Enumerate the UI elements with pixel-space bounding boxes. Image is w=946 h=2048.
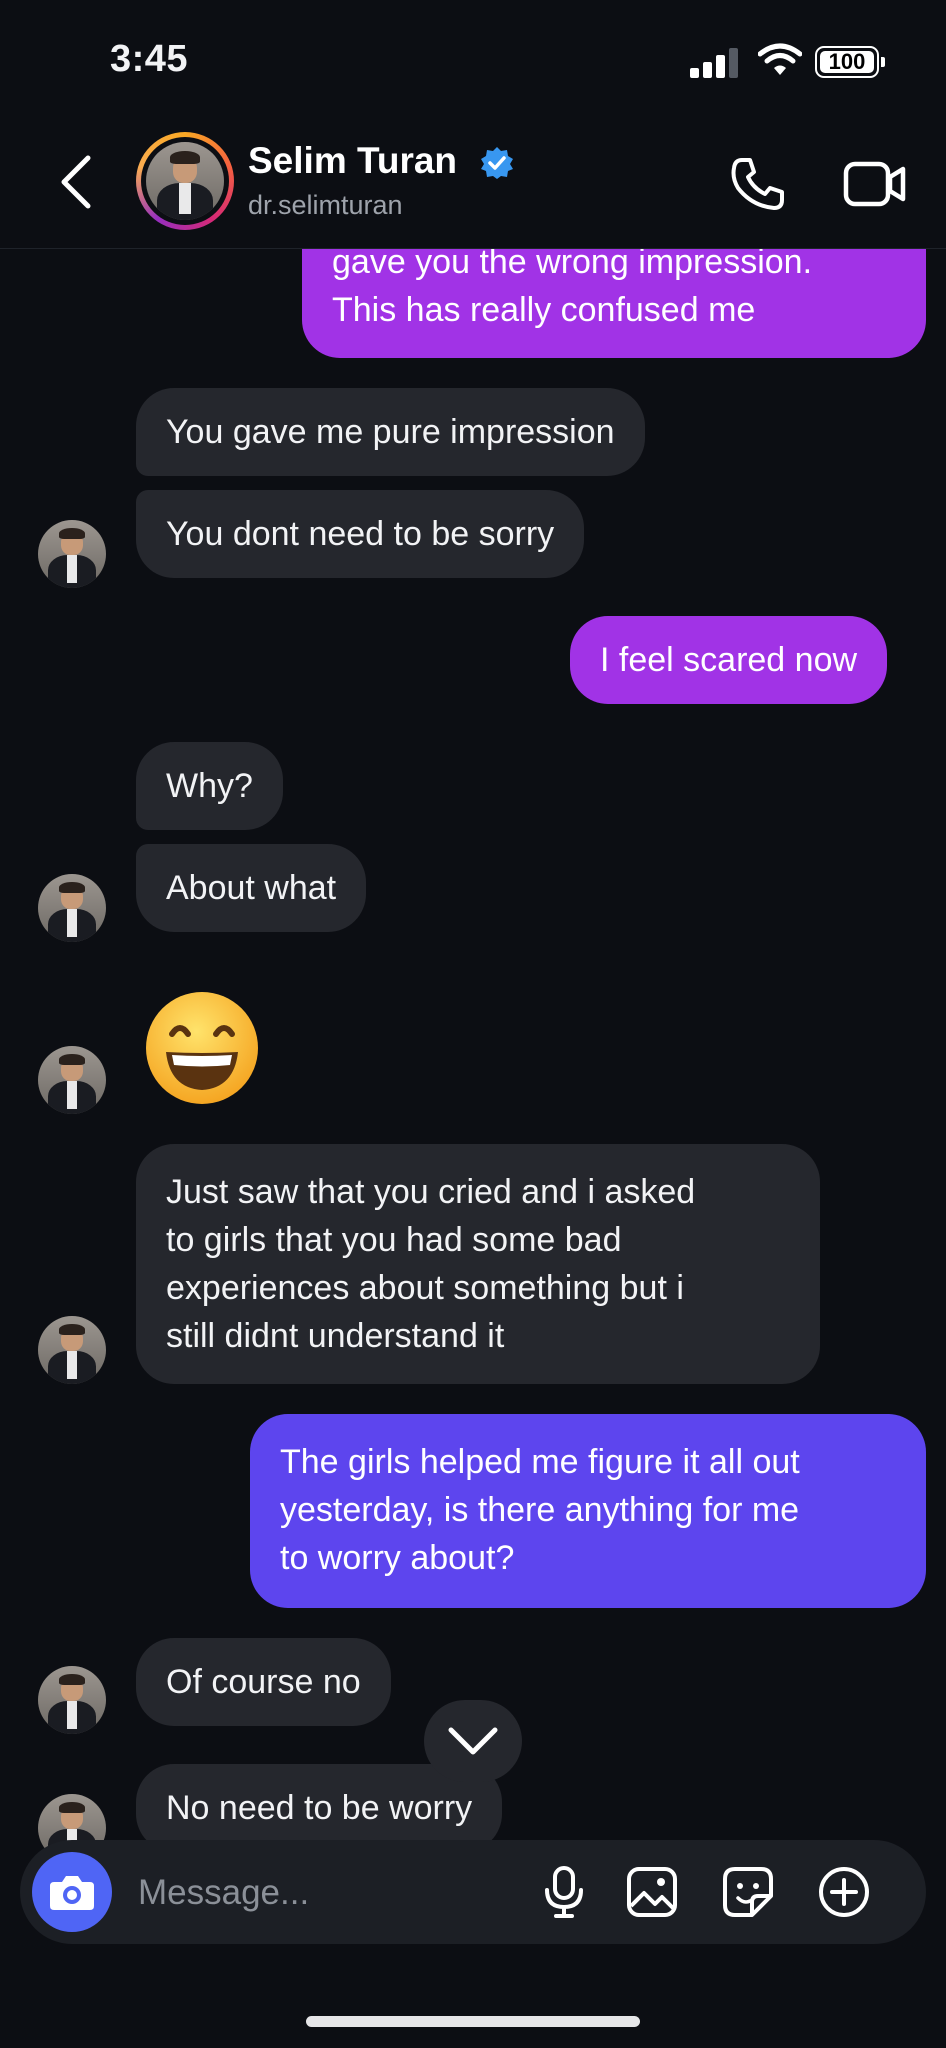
sender-avatar[interactable] [38, 1666, 106, 1734]
microphone-icon[interactable] [536, 1864, 592, 1920]
sender-avatar[interactable] [38, 1046, 106, 1114]
profile-avatar[interactable] [136, 132, 234, 230]
message-incoming[interactable]: You dont need to be sorry [136, 490, 585, 578]
chat-header: Selim Turan dr.selimturan [0, 120, 946, 249]
contact-handle: dr.selimturan [248, 190, 403, 220]
camera-button[interactable] [32, 1852, 112, 1932]
wifi-icon [758, 43, 802, 75]
grinning-face-emoji-icon[interactable] [142, 988, 262, 1108]
cellular-signal-icon [690, 46, 740, 78]
message-outgoing[interactable]: The girls helped me figure it all out ye… [250, 1414, 926, 1608]
verified-badge-icon [481, 147, 513, 179]
message-input[interactable] [136, 1862, 540, 1924]
message-line: to worry about? [280, 1539, 515, 1577]
message-incoming[interactable]: About what [136, 844, 367, 932]
status-bar: 3:45 100 [0, 0, 946, 120]
message-line: still didnt understand it [166, 1317, 505, 1355]
sender-avatar[interactable] [38, 520, 106, 588]
camera-icon [50, 1876, 94, 1910]
video-camera-icon[interactable] [842, 156, 908, 212]
message-composer [20, 1840, 926, 1944]
contact-name[interactable]: Selim Turan [248, 140, 457, 182]
sticker-icon[interactable] [720, 1864, 776, 1920]
message-line: yesterday, is there anything for me [280, 1491, 800, 1529]
battery-indicator: 100 [815, 46, 885, 78]
message-line: Just saw that you cried and i asked [166, 1173, 696, 1211]
message-incoming[interactable]: Of course no [136, 1638, 391, 1726]
message-incoming[interactable]: You gave me pure impression [136, 388, 645, 476]
plus-circle-icon[interactable] [816, 1864, 872, 1920]
message-line: The girls helped me figure it all out [280, 1443, 800, 1481]
home-indicator[interactable] [306, 2016, 640, 2027]
chevron-down-icon [448, 1727, 498, 1755]
sender-avatar[interactable] [38, 874, 106, 942]
message-line: to girls that you had some bad [166, 1221, 622, 1259]
message-incoming[interactable]: Why? [136, 742, 283, 830]
battery-level: 100 [820, 51, 874, 73]
status-time: 3:45 [110, 38, 189, 80]
gallery-icon[interactable] [624, 1864, 680, 1920]
message-incoming[interactable]: Just saw that you cried and i asked to g… [136, 1144, 820, 1384]
message-outgoing[interactable]: I feel scared now [570, 616, 888, 704]
scroll-to-bottom-button[interactable] [424, 1700, 522, 1782]
back-chevron-icon[interactable] [52, 150, 102, 214]
sender-avatar[interactable] [38, 1316, 106, 1384]
phone-icon[interactable] [728, 154, 788, 214]
message-line: This has really confused me [332, 291, 756, 329]
message-line: experiences about something but i [166, 1269, 684, 1307]
